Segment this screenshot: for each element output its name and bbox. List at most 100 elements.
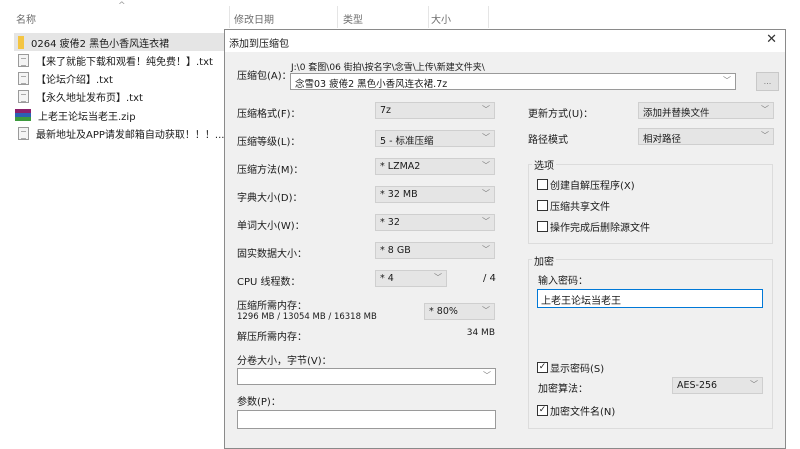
path-select[interactable]: 相对路径 ﹀ — [638, 128, 774, 145]
mem-label: 压缩所需内存： — [237, 301, 307, 312]
archive-icon — [15, 109, 31, 121]
checkbox-box — [537, 179, 548, 190]
cpu-max: / 4 — [483, 273, 496, 284]
check-icon: ✓ — [537, 405, 548, 416]
params-input[interactable] — [237, 410, 496, 429]
checkbox-label: 加密文件名(N) — [550, 407, 616, 418]
chevron-down-icon: ﹀ — [482, 161, 490, 170]
check-icon: ✓ — [537, 362, 548, 373]
file-row[interactable]: 【永久地址发布页】.txt — [14, 87, 230, 105]
word-select[interactable]: * 32 ﹀ — [375, 214, 495, 231]
cpu-value: * 4 — [380, 273, 394, 284]
checkbox-label: 压缩共享文件 — [550, 202, 610, 213]
column-date[interactable]: 修改日期 — [234, 11, 274, 26]
decomp-value: 34 MB — [466, 328, 495, 338]
dict-value: * 32 MB — [380, 189, 418, 200]
encrypt-names-checkbox[interactable]: ✓ 加密文件名(N) — [537, 403, 615, 418]
folder-icon — [18, 35, 24, 49]
checkbox-label: 显示密码(S) — [550, 364, 605, 375]
delete-after-checkbox[interactable]: 操作完成后删除源文件 — [537, 219, 650, 234]
chevron-down-icon: ﹀ — [482, 105, 490, 114]
encryption-method-label: 加密算法： — [538, 384, 588, 395]
divider — [229, 6, 230, 28]
chevron-down-icon: ﹀ — [482, 245, 490, 254]
file-name: 最新地址及APP请发邮箱自动获取！！！... — [36, 129, 225, 141]
chevron-down-icon: ﹀ — [482, 133, 490, 142]
solid-select[interactable]: * 8 GB ﹀ — [375, 242, 495, 259]
text-file-icon — [18, 126, 29, 140]
dict-select[interactable]: * 32 MB ﹀ — [375, 186, 495, 203]
column-size[interactable]: 大小 — [431, 11, 451, 26]
column-type[interactable]: 类型 — [343, 11, 363, 26]
archive-name: 念雪03 疲倦2 黑色小香风连衣裙.7z — [295, 79, 448, 90]
chevron-down-icon: ﹀ — [434, 273, 442, 282]
options-legend: 选项 — [532, 157, 556, 172]
chevron-down-icon: ﹀ — [482, 189, 490, 198]
text-file-icon — [18, 53, 29, 67]
password-label: 输入密码： — [538, 276, 588, 287]
dict-label: 字典大小(D)： — [237, 193, 303, 204]
archive-name-combo[interactable]: 念雪03 疲倦2 黑色小香风连衣裙.7z ﹀ — [290, 73, 736, 90]
file-row[interactable]: 最新地址及APP请发邮箱自动获取！！！... — [14, 124, 230, 142]
solid-label: 固实数据大小： — [237, 249, 307, 260]
level-value: 5 - 标准压缩 — [380, 136, 434, 147]
file-row[interactable]: 上老王论坛当老王.zip — [14, 106, 230, 124]
level-label: 压缩等级(L)： — [237, 137, 301, 148]
column-name[interactable]: 名称 — [16, 11, 36, 26]
method-select[interactable]: * LZMA2 ﹀ — [375, 158, 495, 175]
chevron-down-icon: ﹀ — [761, 105, 769, 114]
archive-dir: J:\0 套图\06 街拍\按名字\念雪\上传\新建文件夹\ — [291, 63, 485, 73]
chevron-down-icon: ﹀ — [761, 131, 769, 140]
sfx-checkbox[interactable]: 创建自解压程序(X) — [537, 177, 635, 192]
dialog-title: 添加到压缩包 — [229, 39, 289, 50]
chevron-down-icon: ﹀ — [723, 76, 731, 85]
encryption-legend: 加密 — [532, 253, 556, 268]
checkbox-box — [537, 221, 548, 232]
encryption-method-select[interactable]: AES-256 ﹀ — [672, 377, 763, 394]
update-label: 更新方式(U)： — [528, 109, 594, 120]
divider — [428, 6, 429, 28]
dialog-title-bar: 添加到压缩包 ✕ — [225, 30, 785, 52]
checkbox-label: 操作完成后删除源文件 — [550, 223, 650, 234]
file-name: 【来了就能下载和观看！纯免费！】.txt — [36, 56, 213, 68]
path-label: 路径模式 — [528, 135, 568, 146]
level-select[interactable]: 5 - 标准压缩 ﹀ — [375, 130, 495, 147]
mem-value: * 80% — [429, 306, 458, 317]
params-label: 参数(P)： — [237, 397, 281, 408]
decomp-label: 解压所需内存： — [237, 332, 307, 343]
encryption-method-value: AES-256 — [677, 380, 718, 391]
close-icon[interactable]: ✕ — [766, 32, 777, 47]
file-name: 【论坛介绍】.txt — [36, 74, 113, 86]
checkbox-label: 创建自解压程序(X) — [550, 181, 635, 192]
file-row[interactable]: 0264 疲倦2 黑色小香风连衣裙 — [14, 33, 230, 51]
cpu-label: CPU 线程数： — [237, 277, 301, 288]
add-to-archive-dialog: 添加到压缩包 ✕ 压缩包(A)： J:\0 套图\06 街拍\按名字\念雪\上传\… — [224, 29, 786, 449]
mem-detail: 1296 MB / 13054 MB / 16318 MB — [237, 312, 377, 322]
text-file-icon — [18, 89, 29, 103]
cpu-select[interactable]: * 4 ﹀ — [375, 270, 447, 287]
format-label: 压缩格式(F)： — [237, 109, 301, 120]
show-password-checkbox[interactable]: ✓ 显示密码(S) — [537, 360, 604, 375]
chevron-down-icon: ﹀ — [482, 306, 490, 315]
file-name: 上老王论坛当老王.zip — [38, 111, 136, 123]
method-label: 压缩方法(M)： — [237, 165, 304, 176]
solid-value: * 8 GB — [380, 245, 411, 256]
file-row[interactable]: 【来了就能下载和观看！纯免费！】.txt — [14, 51, 230, 69]
shared-files-checkbox[interactable]: 压缩共享文件 — [537, 198, 610, 213]
format-select[interactable]: 7z ﹀ — [375, 102, 495, 119]
method-value: * LZMA2 — [380, 161, 421, 172]
file-row[interactable]: 【论坛介绍】.txt — [14, 69, 230, 87]
text-file-icon — [18, 71, 29, 85]
chevron-down-icon: ﹀ — [750, 380, 758, 389]
file-name: 【永久地址发布页】.txt — [36, 92, 143, 104]
checkbox-box — [537, 200, 548, 211]
chevron-down-icon: ﹀ — [482, 217, 490, 226]
mem-select[interactable]: * 80% ﹀ — [424, 303, 495, 320]
split-label: 分卷大小，字节(V)： — [237, 356, 332, 367]
split-size-combo[interactable]: ﹀ — [237, 368, 496, 385]
path-value: 相对路径 — [643, 134, 682, 145]
browse-button[interactable]: ... — [756, 72, 779, 91]
update-select[interactable]: 添加并替换文件 ﹀ — [638, 102, 774, 119]
password-input[interactable]: 上老王论坛当老王 — [537, 289, 763, 308]
sort-caret-icon: ^ — [118, 1, 126, 11]
